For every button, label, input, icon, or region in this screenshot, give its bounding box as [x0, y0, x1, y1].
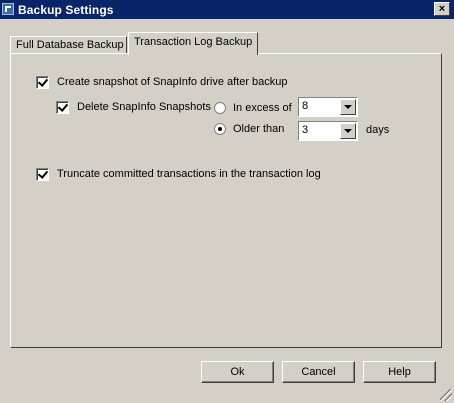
window-title: Backup Settings: [18, 3, 114, 17]
older-than-label: Older than: [233, 123, 285, 135]
tab-label: Full Database Backup: [16, 39, 124, 51]
in-excess-of-value: 8: [302, 100, 309, 112]
backup-settings-dialog: Backup Settings × Full Database Backup T…: [0, 0, 454, 403]
delete-snapshots-label: Delete SnapInfo Snapshots: [77, 101, 211, 113]
tab-transaction-log-backup[interactable]: Transaction Log Backup: [128, 32, 258, 55]
cancel-button[interactable]: Cancel: [282, 361, 355, 383]
resize-grip-icon[interactable]: [440, 389, 452, 401]
older-than-select[interactable]: 3: [298, 121, 358, 141]
app-icon: [2, 3, 14, 15]
in-excess-of-label: In excess of: [233, 102, 292, 114]
tab-full-database-backup[interactable]: Full Database Backup: [10, 36, 127, 54]
help-button[interactable]: Help: [363, 361, 436, 383]
in-excess-of-select[interactable]: 8: [298, 97, 358, 117]
truncate-checkbox[interactable]: [36, 168, 49, 181]
tab-panel: Create snapshot of SnapInfo drive after …: [10, 53, 442, 348]
in-excess-of-radio[interactable]: [214, 102, 226, 114]
truncate-label: Truncate committed transactions in the t…: [57, 168, 321, 180]
create-snapshot-checkbox[interactable]: [36, 76, 49, 89]
create-snapshot-label: Create snapshot of SnapInfo drive after …: [57, 76, 288, 88]
close-icon: ×: [438, 3, 446, 15]
ok-button[interactable]: Ok: [201, 361, 274, 383]
title-bar[interactable]: Backup Settings ×: [0, 0, 454, 19]
chevron-down-icon[interactable]: [340, 123, 356, 139]
older-than-value: 3: [302, 124, 309, 136]
close-button[interactable]: ×: [434, 2, 450, 16]
delete-snapshots-checkbox[interactable]: [56, 101, 69, 114]
days-unit-label: days: [366, 124, 390, 136]
chevron-down-icon[interactable]: [340, 99, 356, 115]
tab-label: Transaction Log Backup: [134, 36, 253, 48]
older-than-radio[interactable]: [214, 123, 226, 135]
